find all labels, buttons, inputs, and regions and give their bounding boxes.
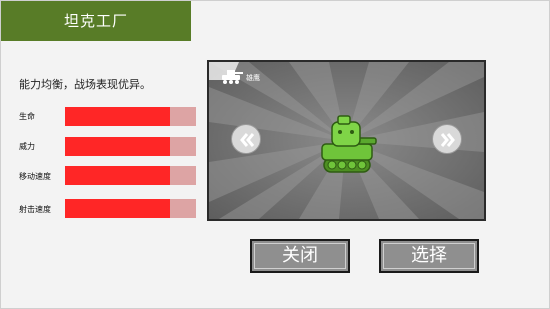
tank-badge-icon	[219, 67, 245, 89]
double-chevron-left-icon	[240, 133, 255, 147]
stat-label-health: 生命	[19, 112, 35, 121]
stat-bar-fire-speed	[65, 199, 196, 218]
close-button[interactable]: 关闭	[250, 239, 350, 273]
select-button-label: 选择	[411, 245, 447, 266]
stat-bar-power	[65, 137, 196, 156]
stat-bar-move-speed	[65, 166, 196, 185]
tank-factory-panel: 坦克工厂 能力均衡，战场表现优异。 生命 威力 移动速度 射击速度 雄鹰 关闭 …	[0, 0, 550, 309]
tank-preview: 雄鹰	[207, 60, 486, 221]
close-button-label: 关闭	[282, 245, 318, 266]
next-tank-button[interactable]	[432, 124, 462, 154]
tank-model-icon	[312, 112, 382, 186]
stat-bar-health	[65, 107, 196, 126]
stat-fill-fire-speed	[65, 199, 170, 218]
stat-fill-health	[65, 107, 170, 126]
stat-label-move-speed: 移动速度	[19, 172, 51, 181]
stat-label-fire-speed: 射击速度	[19, 205, 51, 214]
stat-fill-move-speed	[65, 166, 170, 185]
tank-description: 能力均衡，战场表现优异。	[19, 78, 151, 91]
stat-fill-power	[65, 137, 170, 156]
double-chevron-right-icon	[440, 133, 455, 147]
stat-label-power: 威力	[19, 142, 35, 151]
tank-name: 雄鹰	[246, 74, 260, 82]
prev-tank-button[interactable]	[231, 124, 261, 154]
select-button[interactable]: 选择	[379, 239, 479, 273]
page-title: 坦克工厂	[63, 12, 128, 30]
title-bar: 坦克工厂	[1, 1, 191, 41]
